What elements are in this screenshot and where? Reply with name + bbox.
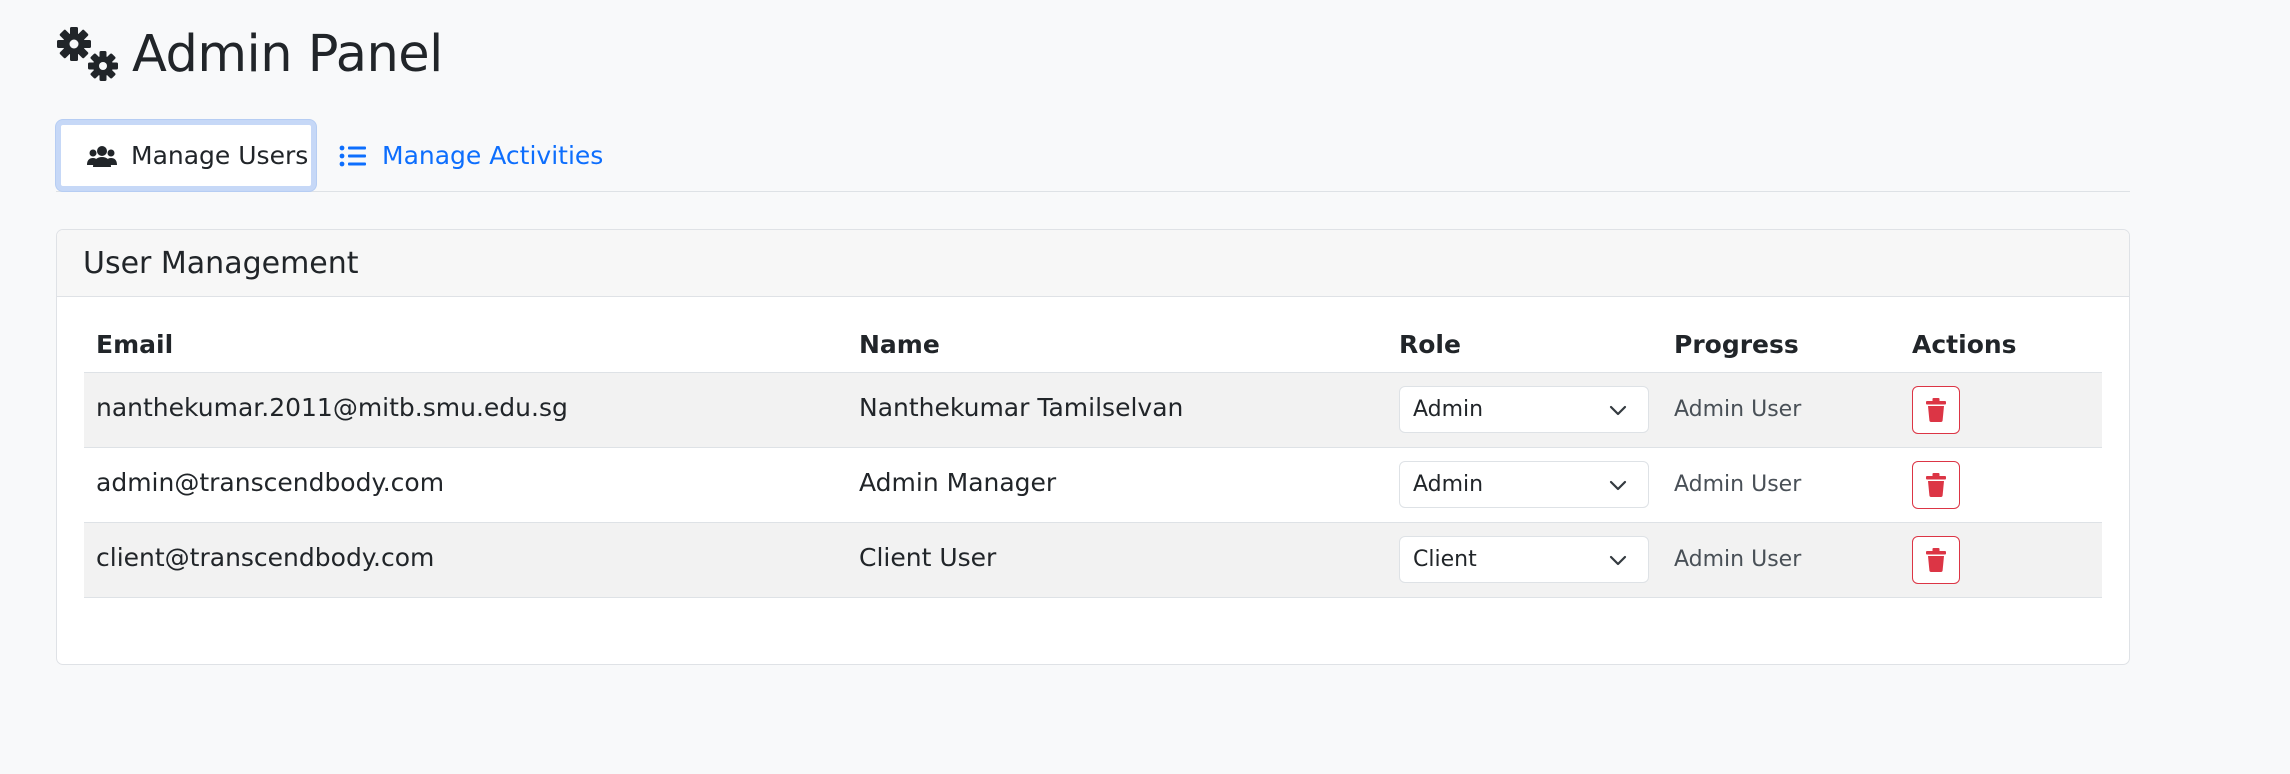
role-select-value: Admin	[1413, 472, 1484, 497]
card-header: User Management	[57, 230, 2129, 297]
role-select-value: Admin	[1413, 397, 1484, 422]
admin-panel-page: Admin Panel Manage Users Manage Activiti…	[0, 0, 2290, 774]
card-title: User Management	[83, 245, 359, 281]
table-row: client@transcendbody.com Client User Cli…	[84, 523, 2102, 598]
user-progress: Admin User	[1674, 547, 1802, 572]
role-select[interactable]: Admin	[1399, 461, 1649, 508]
list-icon	[338, 143, 368, 169]
trash-icon	[1926, 473, 1946, 497]
user-progress: Admin User	[1674, 397, 1802, 422]
user-name: Client User	[859, 543, 997, 572]
table-row: admin@transcendbody.com Admin Manager Ad…	[84, 448, 2102, 523]
page-title-row: Admin Panel	[56, 22, 443, 86]
chevron-down-icon	[1609, 405, 1627, 416]
role-select[interactable]: Client	[1399, 536, 1649, 583]
user-email: nanthekumar.2011@mitb.smu.edu.sg	[96, 393, 568, 422]
column-header-name[interactable]: Name	[859, 330, 940, 359]
gears-icon	[56, 26, 124, 82]
users-icon	[87, 143, 117, 169]
role-select[interactable]: Admin	[1399, 386, 1649, 433]
trash-icon	[1926, 398, 1946, 422]
table-row: nanthekumar.2011@mitb.smu.edu.sg Nanthek…	[84, 373, 2102, 448]
users-table: Email Name Role Progress Actions nanthek…	[84, 317, 2102, 598]
column-header-actions: Actions	[1912, 330, 2017, 359]
user-management-card: User Management Email Name Role Progress…	[56, 229, 2130, 665]
column-header-email[interactable]: Email	[96, 330, 173, 359]
user-name: Nanthekumar Tamilselvan	[859, 393, 1184, 422]
user-progress: Admin User	[1674, 472, 1802, 497]
user-email: admin@transcendbody.com	[96, 468, 445, 497]
tab-label: Manage Activities	[382, 141, 604, 170]
trash-icon	[1926, 548, 1946, 572]
tab-bar: Manage Users Manage Activities	[56, 120, 2130, 192]
tab-label: Manage Users	[131, 141, 309, 170]
delete-user-button[interactable]	[1912, 461, 1960, 509]
column-header-progress[interactable]: Progress	[1674, 330, 1799, 359]
chevron-down-icon	[1609, 555, 1627, 566]
user-email: client@transcendbody.com	[96, 543, 435, 572]
tab-manage-activities[interactable]: Manage Activities	[338, 120, 603, 191]
column-header-role[interactable]: Role	[1399, 330, 1461, 359]
chevron-down-icon	[1609, 480, 1627, 491]
page-title: Admin Panel	[132, 24, 443, 84]
delete-user-button[interactable]	[1912, 536, 1960, 584]
role-select-value: Client	[1413, 547, 1477, 572]
user-name: Admin Manager	[859, 468, 1057, 497]
table-header-row: Email Name Role Progress Actions	[84, 317, 2102, 373]
delete-user-button[interactable]	[1912, 386, 1960, 434]
tab-manage-users[interactable]: Manage Users	[56, 120, 316, 191]
